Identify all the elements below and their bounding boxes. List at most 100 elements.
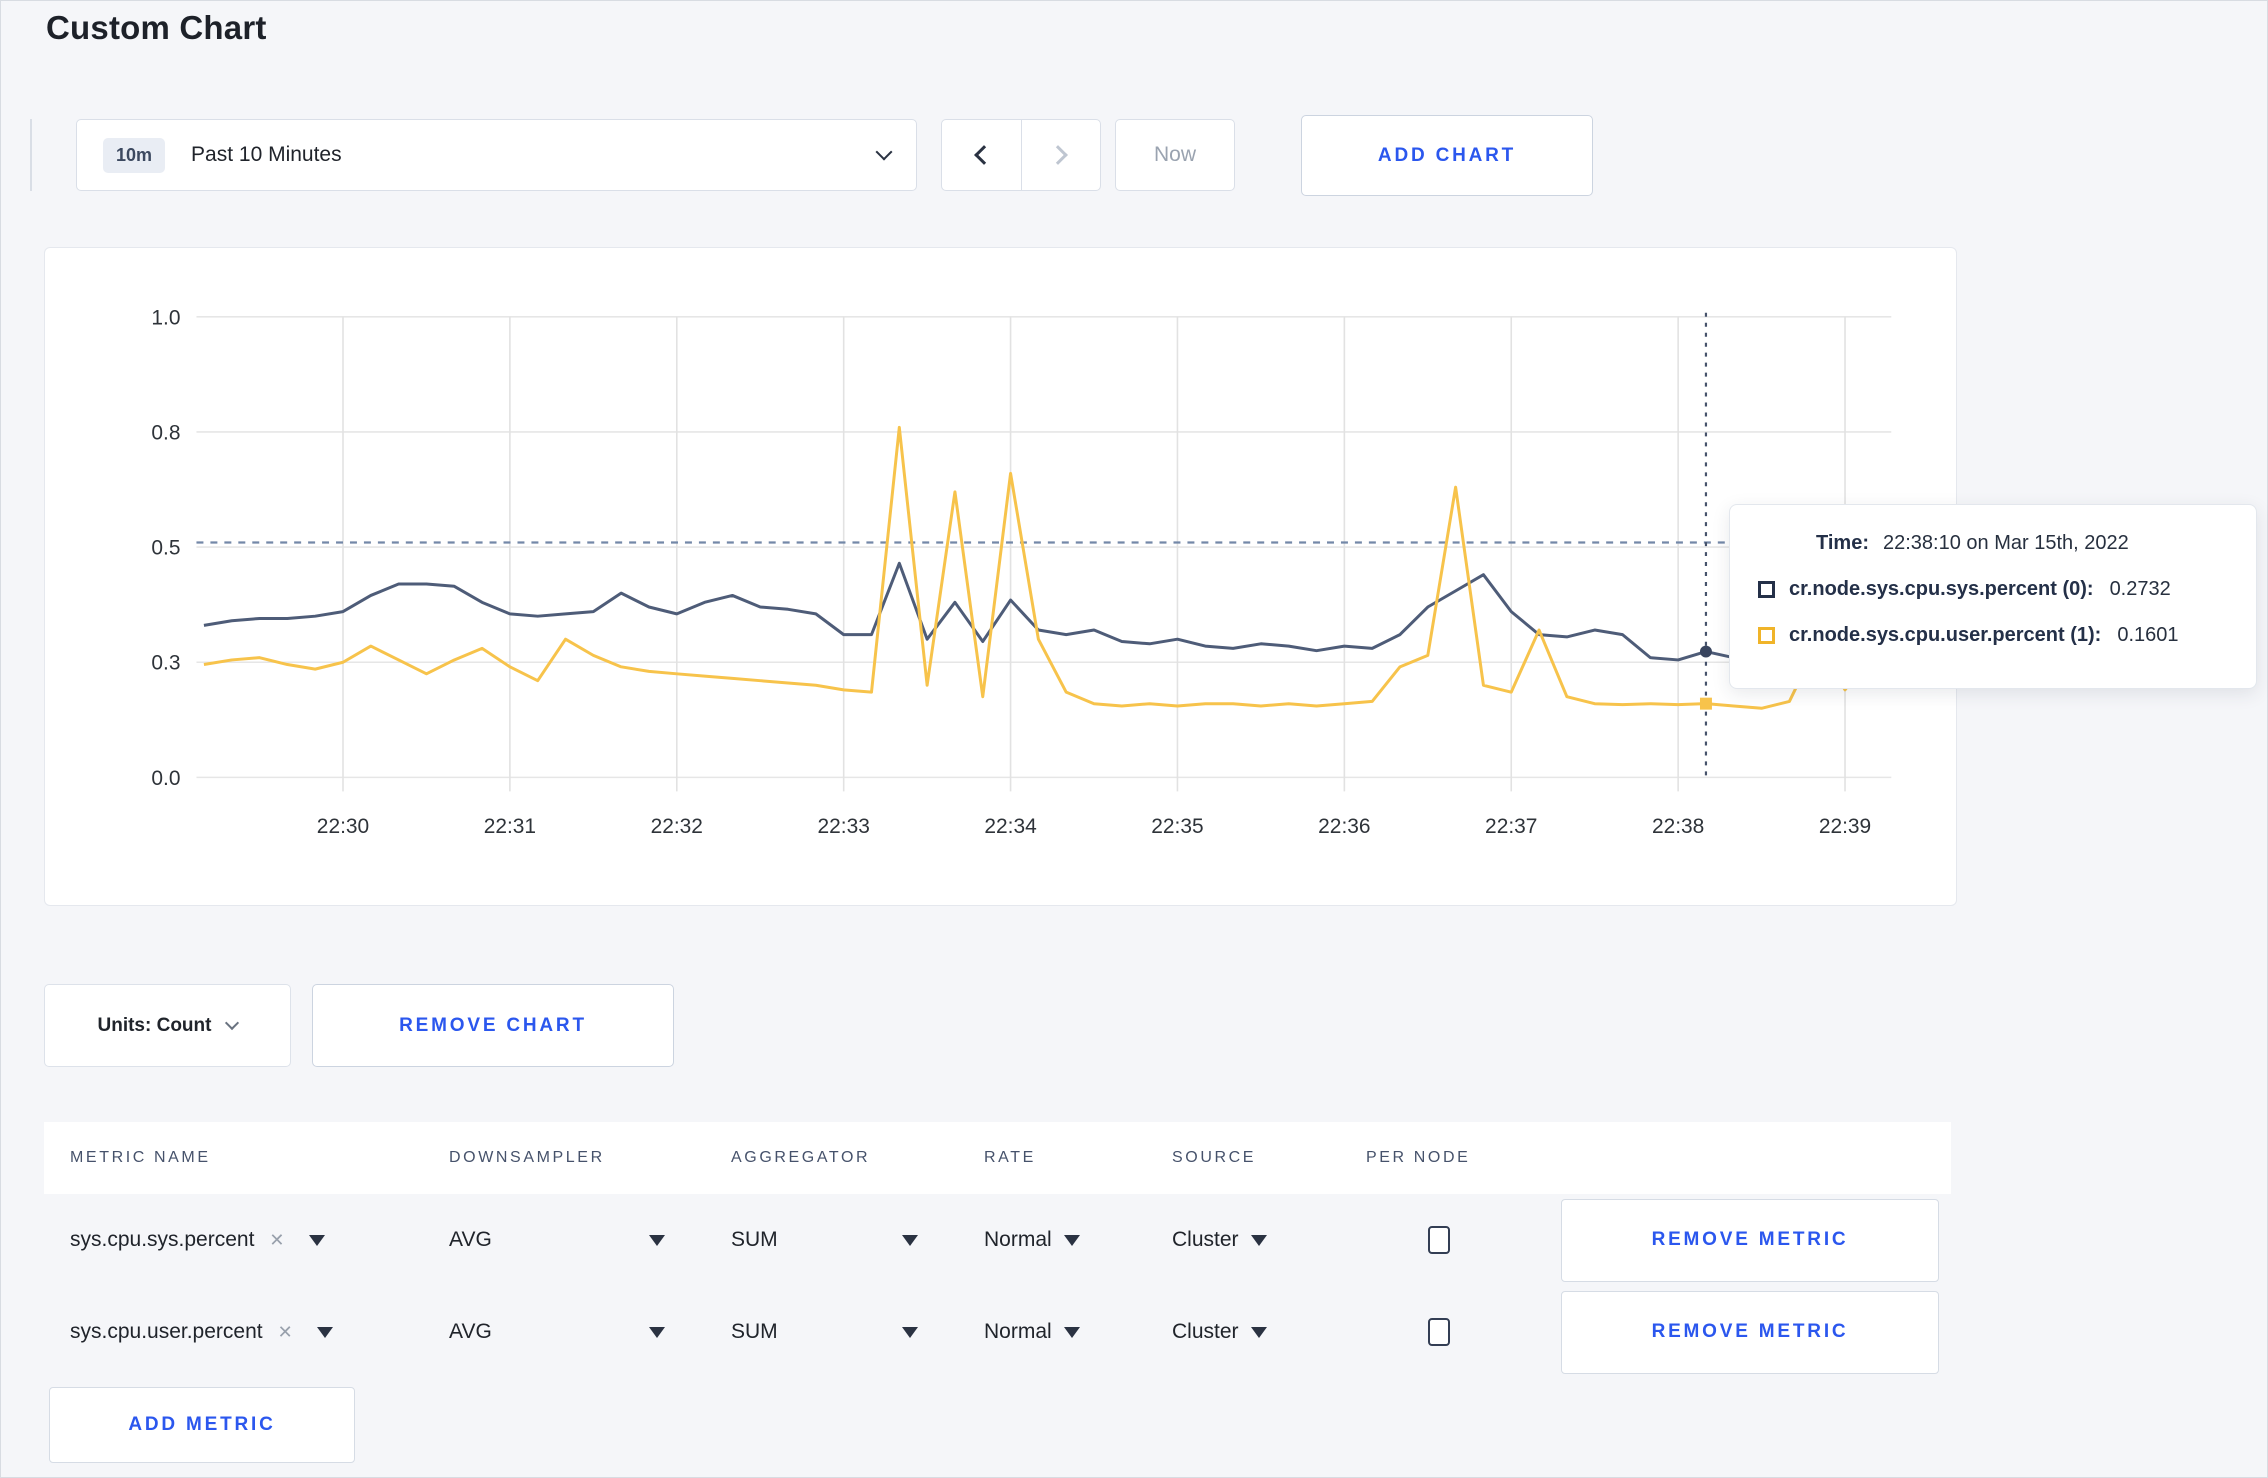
tooltip-series-value: 0.2732: [2109, 578, 2171, 600]
caret-down-icon: [902, 1234, 918, 1246]
x-axis-tick-label: 22:30: [317, 815, 369, 838]
y-axis-tick-label: 0.5: [151, 537, 180, 560]
tooltip-series-row-sys: cr.node.sys.cpu.sys.percent (0): 0.2732: [1758, 578, 2256, 601]
column-header-metric-name: METRIC NAME: [70, 1149, 211, 1166]
chevron-right-icon: [1047, 145, 1068, 165]
time-nav-group: [941, 119, 1101, 191]
downsampler-select[interactable]: AVG: [449, 1228, 731, 1252]
series-line-0: [203, 561, 1873, 662]
aggregator-select[interactable]: SUM: [731, 1320, 984, 1344]
x-axis-tick-label: 22:39: [1819, 815, 1871, 838]
per-node-checkbox[interactable]: [1428, 1226, 1450, 1254]
metric-name-select[interactable]: sys.cpu.sys.percent ✕: [70, 1228, 449, 1252]
remove-chart-button[interactable]: REMOVE CHART: [312, 984, 674, 1067]
chart-tooltip: Time: 22:38:10 on Mar 15th, 2022 cr.node.…: [1729, 504, 2257, 689]
now-button[interactable]: Now: [1115, 119, 1235, 191]
caret-down-icon: [1250, 1326, 1267, 1338]
rate-value: Normal: [984, 1320, 1052, 1343]
caret-down-icon[interactable]: [316, 1326, 333, 1338]
chart-card: 1.0 0.8 0.5 0.3 0.0 22:30 22:31 22:32 22:33 22:34…: [44, 247, 1957, 906]
table-row: sys.cpu.user.percent ✕ AVG SUM Normal Cl…: [44, 1286, 1951, 1378]
toolbar-left-divider: [30, 119, 32, 191]
aggregator-select[interactable]: SUM: [731, 1228, 984, 1252]
chevron-down-icon: [225, 1015, 240, 1030]
metrics-table-header: METRIC NAME DOWNSAMPLER AGGREGATOR RATE …: [44, 1122, 1951, 1194]
x-axis-tick-label: 22:35: [1151, 815, 1203, 838]
x-axis-tick-label: 22:31: [484, 815, 536, 838]
page-title: Custom Chart: [46, 9, 267, 46]
sys-series-swatch-icon: [1758, 581, 1775, 598]
table-row: sys.cpu.sys.percent ✕ AVG SUM Normal Clu…: [44, 1194, 1951, 1286]
tooltip-series-row-user: cr.node.sys.cpu.user.percent (1): 0.1601: [1758, 624, 2256, 647]
source-select[interactable]: Cluster: [1172, 1320, 1366, 1344]
source-value: Cluster: [1172, 1320, 1239, 1343]
tooltip-time-value: 22:38:10 on Mar 15th, 2022: [1882, 532, 2129, 554]
caret-down-icon: [1063, 1326, 1080, 1338]
time-range-label: Past 10 Minutes: [191, 143, 342, 166]
metrics-table-body: sys.cpu.sys.percent ✕ AVG SUM Normal Clu…: [44, 1194, 1951, 1378]
y-axis-tick-label: 0.3: [151, 652, 180, 675]
tooltip-time-label: Time:: [1816, 532, 1869, 554]
add-chart-button[interactable]: ADD CHART: [1301, 115, 1593, 196]
chevron-left-icon: [974, 145, 995, 165]
crosshair-marker-1: [1699, 697, 1712, 710]
y-axis-tick-label: 1.0: [151, 306, 180, 329]
time-range-selector[interactable]: 10m Past 10 Minutes: [76, 119, 917, 191]
metric-name-value: sys.cpu.user.percent: [70, 1320, 263, 1343]
aggregator-value: SUM: [731, 1228, 778, 1251]
caret-down-icon: [649, 1234, 665, 1246]
source-select[interactable]: Cluster: [1172, 1228, 1366, 1252]
per-node-checkbox[interactable]: [1428, 1318, 1450, 1346]
per-node-cell: [1366, 1226, 1561, 1254]
caret-down-icon[interactable]: [308, 1234, 325, 1246]
units-dropdown-label: Units: Count: [97, 1014, 212, 1036]
rate-value: Normal: [984, 1228, 1052, 1251]
tooltip-series-name: cr.node.sys.cpu.user.percent (1):: [1789, 624, 2102, 646]
units-dropdown[interactable]: Units: Count: [44, 984, 291, 1067]
remove-metric-button[interactable]: REMOVE METRIC: [1561, 1198, 1939, 1282]
downsampler-select[interactable]: AVG: [449, 1320, 731, 1344]
y-axis-tick-label: 0.0: [151, 767, 180, 790]
crosshair-marker-0: [1699, 645, 1712, 658]
downsampler-value: AVG: [449, 1320, 492, 1343]
column-header-per-node: PER NODE: [1366, 1149, 1471, 1166]
tooltip-series-value: 0.1601: [2117, 624, 2179, 646]
remove-metric-button[interactable]: REMOVE METRIC: [1561, 1290, 1939, 1374]
add-metric-button[interactable]: ADD METRIC: [49, 1387, 355, 1463]
metric-name-select[interactable]: sys.cpu.user.percent ✕: [70, 1320, 449, 1344]
clear-metric-icon[interactable]: ✕: [269, 1230, 284, 1251]
clear-metric-icon[interactable]: ✕: [278, 1322, 293, 1343]
x-axis-tick-label: 22:32: [651, 815, 703, 838]
actions-cell: REMOVE METRIC: [1561, 1198, 1951, 1282]
custom-chart-page: Custom Chart 10m Past 10 Minutes Now ADD…: [0, 0, 2268, 1478]
time-range-badge: 10m: [103, 137, 166, 173]
column-header-aggregator: AGGREGATOR: [731, 1149, 871, 1166]
y-axis-tick-label: 0.8: [151, 421, 180, 444]
next-time-button[interactable]: [1022, 120, 1101, 190]
x-axis-tick-label: 22:34: [984, 815, 1037, 838]
actions-cell: REMOVE METRIC: [1561, 1290, 1951, 1374]
aggregator-value: SUM: [731, 1320, 778, 1343]
column-header-source: SOURCE: [1172, 1149, 1257, 1166]
prev-time-button[interactable]: [942, 120, 1022, 190]
per-node-cell: [1366, 1318, 1561, 1346]
column-header-rate: RATE: [984, 1149, 1036, 1166]
metric-name-value: sys.cpu.sys.percent: [70, 1228, 255, 1251]
user-series-swatch-icon: [1758, 627, 1775, 644]
downsampler-value: AVG: [449, 1228, 492, 1251]
caret-down-icon: [649, 1326, 665, 1338]
chevron-down-icon: [875, 143, 893, 161]
rate-select[interactable]: Normal: [984, 1228, 1172, 1252]
tooltip-time-row: Time: 22:38:10 on Mar 15th, 2022: [1816, 532, 2256, 555]
column-header-downsampler: DOWNSAMPLER: [449, 1149, 605, 1166]
x-axis-tick-label: 22:37: [1485, 815, 1537, 838]
x-axis-tick-label: 22:38: [1652, 815, 1704, 838]
x-axis-tick-label: 22:36: [1318, 815, 1370, 838]
source-value: Cluster: [1172, 1228, 1239, 1251]
rate-select[interactable]: Normal: [984, 1320, 1172, 1344]
tooltip-series-name: cr.node.sys.cpu.sys.percent (0):: [1789, 578, 2094, 600]
time-series-chart[interactable]: 1.0 0.8 0.5 0.3 0.0 22:30 22:31 22:32 22:33 22:34…: [45, 248, 1956, 905]
caret-down-icon: [902, 1326, 918, 1338]
x-axis-tick-label: 22:33: [817, 815, 869, 838]
caret-down-icon: [1063, 1234, 1080, 1246]
